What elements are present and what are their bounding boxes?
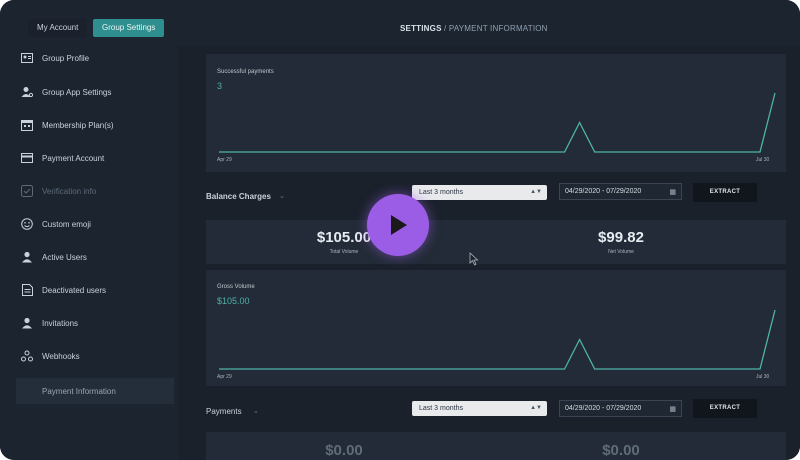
top-bar: My Account Group Settings SETTINGS / PAY…: [0, 0, 800, 46]
extract-button[interactable]: EXTRACT: [693, 399, 757, 418]
sidebar-item-invitations[interactable]: Invitations: [16, 312, 174, 334]
sidebar-item-label: Webhooks: [42, 351, 80, 361]
page-title-separator: /: [441, 24, 449, 33]
sidebar-item-label: Membership Plan(s): [42, 120, 114, 130]
calendar-icon: [21, 119, 33, 131]
page-title: SETTINGS / PAYMENT INFORMATION: [400, 24, 548, 33]
app-window: My Account Group Settings SETTINGS / PAY…: [0, 0, 800, 460]
webhook-icon: [21, 350, 33, 362]
sidebar-item-label: Payment Account: [42, 153, 105, 163]
sidebar-item-label: Group Profile: [42, 53, 90, 63]
net-volume-label: Net Volume: [608, 249, 634, 255]
payments-left-value: $0.00: [325, 442, 363, 459]
balance-range-select[interactable]: Last 3 months ▲▼: [412, 185, 547, 200]
totals-panel: $105.00 Total Volume $99.82 Net Volume: [206, 220, 786, 264]
balance-range-value: Last 3 months: [419, 189, 463, 196]
sidebar-item-deactivated-users[interactable]: Deactivated users: [16, 279, 174, 301]
sidebar-item-label: Payment Information: [42, 386, 116, 396]
sidebar-item-payment-account[interactable]: Payment Account: [16, 147, 174, 169]
balance-charges-title: Balance Charges: [206, 192, 271, 201]
gross-volume-chart: [219, 309, 776, 370]
chart-value: $105.00: [217, 296, 250, 306]
sidebar-item-group-profile[interactable]: Group Profile: [16, 47, 174, 69]
tab-my-account[interactable]: My Account: [28, 19, 88, 37]
mouse-cursor-icon: [469, 252, 479, 266]
chart-title: Gross Volume: [217, 284, 255, 290]
sidebar-item-label: Verification info: [42, 186, 97, 196]
sidebar-item-webhooks[interactable]: Webhooks: [16, 345, 174, 367]
gross-volume-panel: Gross Volume $105.00 Apr 29 Jul 30: [206, 270, 786, 386]
successful-payments-chart: [219, 92, 776, 153]
chevron-down-icon[interactable]: ⌄: [253, 407, 259, 415]
sidebar-item-verification-info[interactable]: Verification info: [16, 180, 174, 202]
extract-button[interactable]: EXTRACT: [693, 183, 757, 202]
select-arrows-icon: ▲▼: [530, 189, 542, 195]
payments-date-range[interactable]: 04/29/2020 - 07/29/2020 ▦: [559, 400, 682, 417]
sidebar-item-label: Invitations: [42, 318, 79, 328]
series-line: [219, 309, 776, 370]
sidebar-item-label: Group App Settings: [42, 87, 112, 97]
tab-group-settings[interactable]: Group Settings: [93, 19, 165, 37]
smiley-icon: [21, 218, 33, 230]
balance-date-range-value: 04/29/2020 - 07/29/2020: [565, 188, 642, 195]
user-plus-icon: [21, 317, 33, 329]
x-axis-start-label: Apr 29: [217, 374, 232, 380]
document-icon: [21, 284, 33, 296]
user-icon: [21, 251, 33, 263]
x-axis-start-label: Apr 29: [217, 157, 232, 163]
net-volume-value: $99.82: [598, 229, 644, 246]
user-gear-icon: [21, 86, 33, 98]
calendar-icon[interactable]: ▦: [669, 185, 676, 200]
select-arrows-icon: ▲▼: [530, 405, 542, 411]
badge-icon: [21, 185, 33, 197]
sidebar-item-payment-information[interactable]: Payment Information: [16, 378, 174, 404]
play-button[interactable]: [367, 194, 429, 256]
successful-payments-panel: Successful payments 3 Apr 29 Jul 30: [206, 54, 786, 172]
sidebar-item-label: Custom emoji: [42, 219, 91, 229]
balance-charges-title-text: Balance Charges: [206, 192, 271, 201]
page-title-page: PAYMENT INFORMATION: [448, 24, 548, 33]
play-icon: [391, 215, 407, 235]
chevron-down-icon[interactable]: ⌄: [279, 192, 285, 200]
payments-right-value: $0.00: [602, 442, 640, 459]
payments-range-value: Last 3 months: [419, 405, 463, 412]
sidebar-item-label: Active Users: [42, 252, 87, 262]
payments-range-select[interactable]: Last 3 months ▲▼: [412, 401, 547, 416]
credit-card-icon: [21, 152, 33, 164]
sidebar-item-custom-emoji[interactable]: Custom emoji: [16, 213, 174, 235]
sidebar: Group Profile Group App Settings Members…: [0, 46, 178, 460]
sidebar-item-spacer: [21, 385, 33, 397]
balance-date-range[interactable]: 04/29/2020 - 07/29/2020 ▦: [559, 183, 682, 200]
sidebar-item-label: Deactivated users: [42, 285, 107, 295]
main-content: Successful payments 3 Apr 29 Jul 30 Bala…: [178, 46, 800, 460]
sidebar-item-membership-plans[interactable]: Membership Plan(s): [16, 114, 174, 136]
x-axis-end-label: Jul 30: [756, 374, 770, 380]
chart-title: Successful payments: [217, 69, 274, 75]
payments-date-range-value: 04/29/2020 - 07/29/2020: [565, 405, 642, 412]
sidebar-item-active-users[interactable]: Active Users: [16, 246, 174, 268]
payments-totals-panel: $0.00 $0.00: [206, 432, 786, 460]
id-card-icon: [21, 52, 33, 64]
page-title-section: SETTINGS: [400, 24, 442, 33]
payments-title: Payments: [206, 407, 242, 416]
x-axis-end-label: Jul 30: [756, 157, 770, 163]
calendar-icon[interactable]: ▦: [669, 402, 676, 417]
series-line: [219, 92, 776, 153]
sidebar-item-group-app-settings[interactable]: Group App Settings: [16, 81, 174, 103]
